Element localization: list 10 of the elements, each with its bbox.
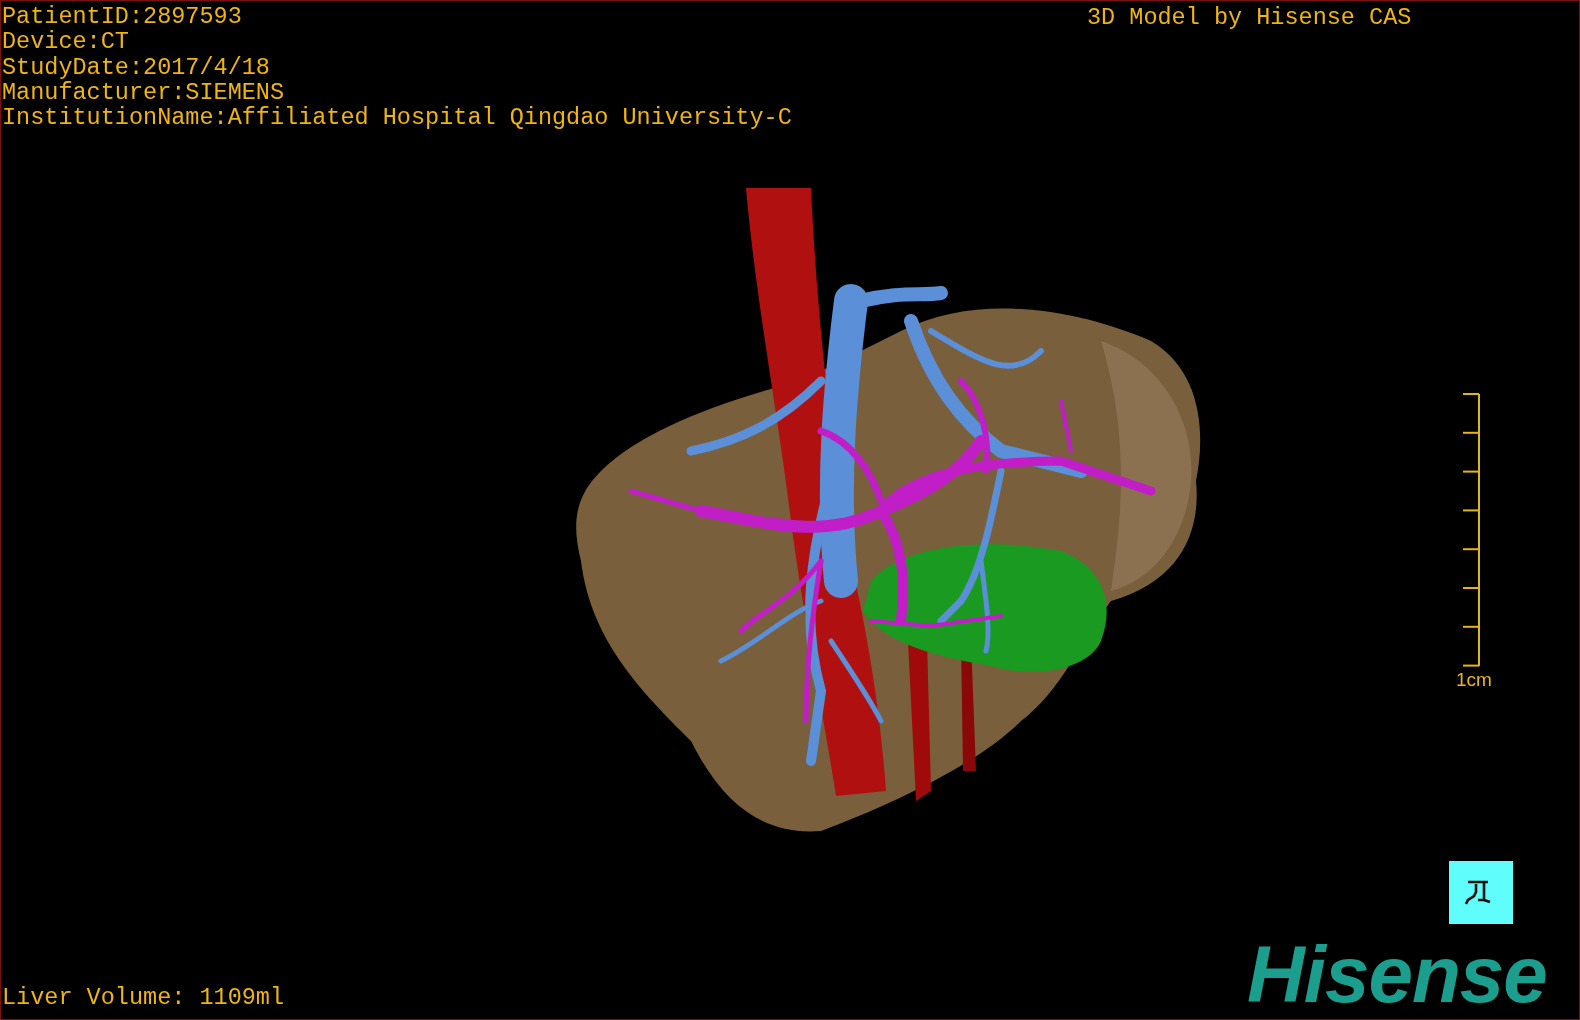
model-credit-text: 3D Model by Hisense CAS — [1087, 4, 1412, 31]
patient-info-text: StudyDate:2017/4/18 — [2, 54, 271, 80]
patient-info-text: InstitutionName:Affiliated Hospital Qingdao University-C — [2, 105, 792, 131]
patient-info-text: Device:CT — [2, 29, 130, 55]
brand-logo: Hisense — [1247, 935, 1547, 1015]
patient-info-text: PatientID:2897593 — [2, 4, 243, 30]
liver-volume-text: Liver Volume: 1109ml — [2, 984, 285, 1011]
scale-label: 1cm — [1456, 669, 1492, 691]
patient-info-text: Manufacturer:SIEMENS — [2, 79, 286, 106]
orientation-button[interactable] — [1449, 861, 1513, 924]
